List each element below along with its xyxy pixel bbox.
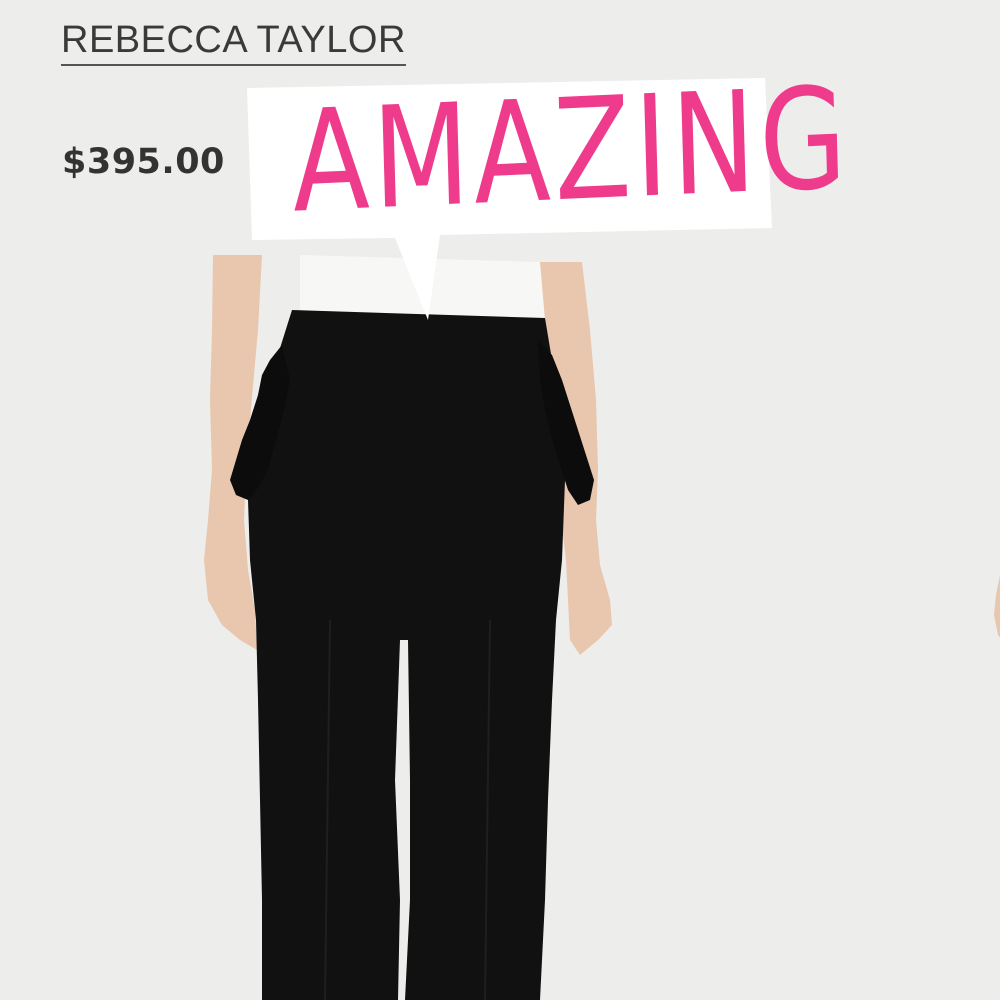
brand-link[interactable]: REBECCA TAYLOR	[61, 18, 406, 66]
trousers	[248, 310, 565, 1000]
adjacent-image-edge	[994, 575, 1000, 638]
product-page: AMAZING REBECCA TAYLOR $395.00	[0, 0, 1000, 1000]
amazing-sticker-text: AMAZING	[290, 57, 853, 245]
product-price: $395.00	[62, 142, 225, 182]
